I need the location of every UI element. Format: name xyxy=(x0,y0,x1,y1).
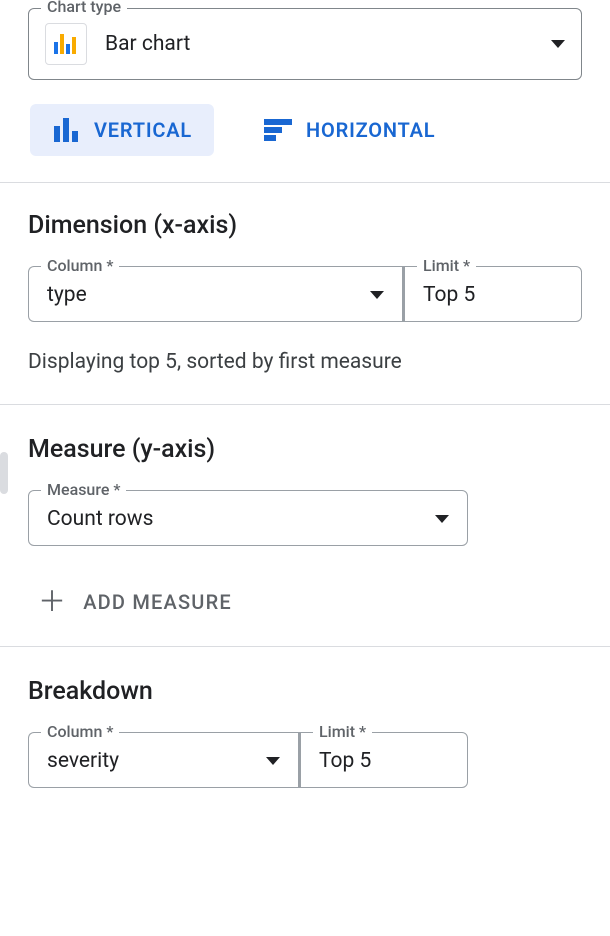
measure-label: Measure * xyxy=(41,480,126,499)
breakdown-limit-input[interactable]: Limit * Top 5 xyxy=(298,732,468,788)
breakdown-column-select[interactable]: Column * severity xyxy=(28,732,298,788)
dimension-column-value: type xyxy=(47,283,87,307)
chart-type-legend: Chart type xyxy=(41,0,127,16)
measure-value: Count rows xyxy=(47,507,153,531)
dimension-hint: Displaying top 5, sorted by first measur… xyxy=(28,350,582,374)
breakdown-heading: Breakdown xyxy=(28,677,582,706)
divider xyxy=(0,182,610,183)
dimension-limit-value: Top 5 xyxy=(423,283,475,307)
add-measure-label: ADD MEASURE xyxy=(83,590,232,614)
divider xyxy=(0,404,610,405)
dimension-column-select[interactable]: Column * type xyxy=(28,266,402,322)
dimension-limit-input[interactable]: Limit * Top 5 xyxy=(402,266,582,322)
breakdown-column-label: Column * xyxy=(41,722,119,741)
bar-chart-icon xyxy=(45,23,87,65)
chevron-down-icon xyxy=(266,757,280,765)
breakdown-column-value: severity xyxy=(47,749,119,773)
add-measure-button[interactable]: ＋ ADD MEASURE xyxy=(38,588,582,616)
breakdown-limit-value: Top 5 xyxy=(319,749,371,773)
divider xyxy=(0,646,610,647)
tab-horizontal[interactable]: HORIZONTAL xyxy=(242,104,457,156)
measure-select[interactable]: Measure * Count rows xyxy=(28,490,468,546)
dimension-heading: Dimension (x-axis) xyxy=(28,211,582,240)
tab-vertical-label: VERTICAL xyxy=(94,118,192,142)
chevron-down-icon xyxy=(551,40,565,48)
breakdown-limit-label: Limit * xyxy=(313,722,372,741)
tab-vertical[interactable]: VERTICAL xyxy=(30,104,214,156)
tab-horizontal-label: HORIZONTAL xyxy=(306,118,435,142)
horizontal-bars-icon xyxy=(264,119,292,141)
vertical-bars-icon xyxy=(52,118,80,142)
chevron-down-icon xyxy=(435,515,449,523)
scroll-indicator xyxy=(0,452,8,494)
chart-type-value: Bar chart xyxy=(105,32,533,56)
chevron-down-icon xyxy=(370,291,384,299)
dimension-column-label: Column * xyxy=(41,256,119,275)
measure-heading: Measure (y-axis) xyxy=(28,435,582,464)
dimension-limit-label: Limit * xyxy=(417,256,476,275)
chart-type-select[interactable]: Chart type Bar chart xyxy=(28,8,582,80)
plus-icon: ＋ xyxy=(38,588,67,616)
